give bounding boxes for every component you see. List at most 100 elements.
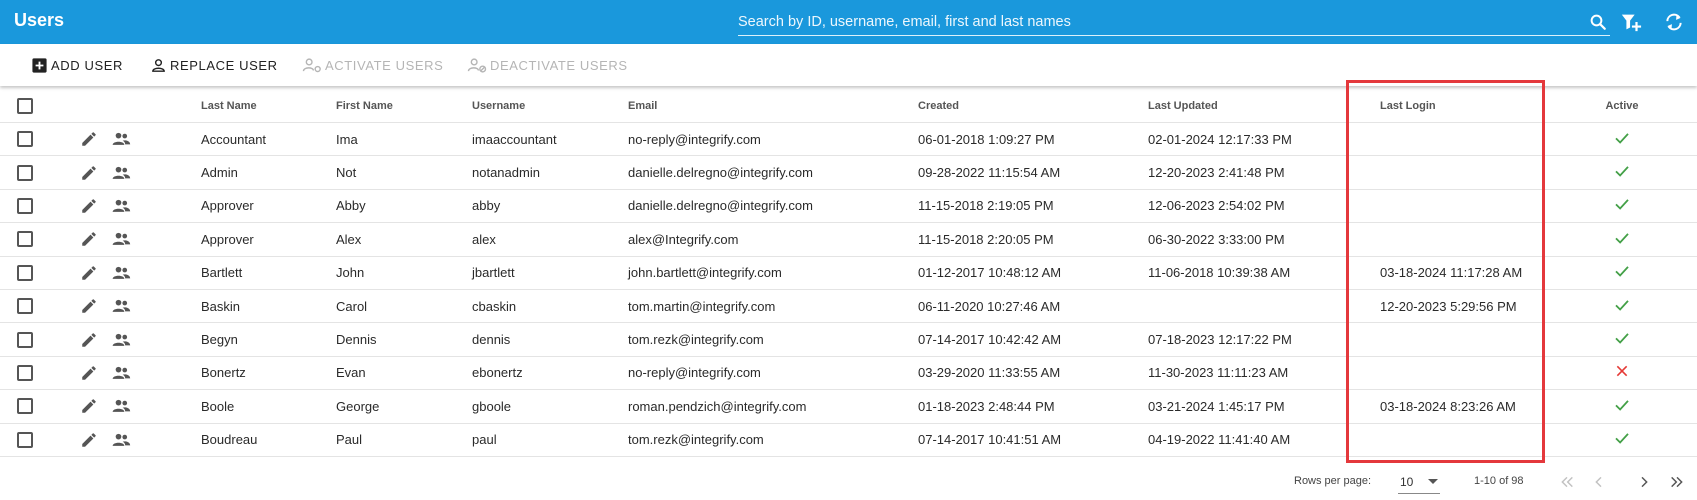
column-header-created[interactable]: Created: [918, 90, 959, 122]
edit-pencil-icon[interactable]: [78, 128, 100, 150]
column-header-first-name[interactable]: First Name: [336, 90, 393, 122]
cell-email: no-reply@integrify.com: [628, 131, 761, 147]
cell-last-name: Admin: [201, 165, 238, 181]
table-row[interactable]: Begyn Dennis dennis tom.rezk@integrify.com 0…: [0, 323, 1697, 357]
edit-pencil-icon[interactable]: [78, 262, 100, 284]
activate-users-button[interactable]: Activate Users: [302, 55, 443, 75]
cell-last-name: Baskin: [201, 298, 241, 314]
column-header-active[interactable]: Active: [1598, 90, 1646, 122]
cell-first-name: Abby: [336, 198, 366, 214]
column-header-last-login[interactable]: Last Login: [1380, 90, 1436, 122]
first-page-button[interactable]: [1555, 470, 1579, 494]
column-header-last-name[interactable]: Last Name: [201, 90, 257, 122]
table-row[interactable]: Boole George gboole roman.pendzich@integrif…: [0, 390, 1697, 424]
column-header-email[interactable]: Email: [628, 90, 657, 122]
people-group-icon[interactable]: [110, 295, 132, 317]
column-header-username[interactable]: Username: [472, 90, 525, 122]
cell-username: paul: [472, 432, 497, 448]
row-checkbox[interactable]: [17, 398, 33, 415]
row-checkbox[interactable]: [17, 231, 33, 248]
row-edit-cell: [78, 223, 100, 255]
people-group-icon[interactable]: [110, 362, 132, 384]
table-row[interactable]: Boudreau Paul paul tom.rezk@integrify.com 07…: [0, 424, 1697, 457]
rows-per-page-select[interactable]: 10: [1398, 470, 1440, 494]
next-page-button[interactable]: [1632, 470, 1656, 494]
people-group-icon[interactable]: [110, 429, 132, 451]
row-edit-cell: [78, 390, 100, 422]
refresh-icon[interactable]: [1662, 10, 1686, 34]
cell-username: imaaccountant: [472, 131, 557, 147]
cell-active: [1598, 357, 1646, 389]
row-checkbox[interactable]: [17, 298, 33, 315]
person-outline-icon: [152, 58, 165, 72]
people-group-icon[interactable]: [110, 329, 132, 351]
row-select-cell: [17, 156, 33, 188]
row-edit-cell: [78, 357, 100, 389]
active-check-icon: [1613, 129, 1631, 150]
previous-page-button[interactable]: [1587, 470, 1611, 494]
edit-pencil-icon[interactable]: [78, 362, 100, 384]
table-row[interactable]: Bartlett John jbartlett john.bartlett@integ…: [0, 257, 1697, 290]
edit-pencil-icon[interactable]: [78, 195, 100, 217]
row-checkbox[interactable]: [17, 164, 33, 181]
people-group-icon[interactable]: [110, 128, 132, 150]
people-group-icon[interactable]: [110, 395, 132, 417]
chevron-right-icon: [1641, 476, 1648, 488]
edit-pencil-icon[interactable]: [78, 162, 100, 184]
cell-last-name: Accountant: [201, 131, 267, 147]
cell-first-name: Ima: [336, 131, 358, 147]
cell-first-name: Paul: [336, 432, 363, 448]
search-input[interactable]: [738, 10, 1610, 34]
row-checkbox[interactable]: [17, 331, 33, 348]
search-box[interactable]: [738, 10, 1610, 36]
table-row[interactable]: Approver Abby abby danielle.delregno@integr…: [0, 190, 1697, 224]
select-all-checkbox[interactable]: [17, 98, 33, 114]
deactivate-users-label: Deactivate Users: [490, 57, 628, 73]
active-check-icon: [1613, 296, 1631, 317]
last-page-button[interactable]: [1665, 470, 1689, 494]
table-row[interactable]: Bonertz Evan ebonertz no-reply@integrify.co…: [0, 357, 1697, 391]
row-edit-cell: [78, 323, 100, 355]
edit-pencil-icon[interactable]: [78, 329, 100, 351]
table-row[interactable]: Admin Not notanadmin danielle.delregno@inte…: [0, 156, 1697, 190]
cell-first-name: Not: [336, 165, 357, 181]
table-row[interactable]: Accountant Ima imaaccountant no-reply@integ…: [0, 123, 1697, 157]
table-row[interactable]: Approver Alex alex alex@Integrify.com 11-15-…: [0, 223, 1697, 257]
rows-per-page-value: 10: [1400, 475, 1414, 489]
row-checkbox[interactable]: [17, 131, 33, 148]
row-edit-cell: [78, 424, 100, 456]
row-checkbox[interactable]: [17, 431, 33, 448]
people-group-icon[interactable]: [110, 195, 132, 217]
row-groups-cell: [110, 323, 132, 355]
people-group-icon[interactable]: [110, 162, 132, 184]
search-icon[interactable]: [1586, 10, 1610, 34]
people-group-icon[interactable]: [110, 262, 132, 284]
deactivate-users-button[interactable]: Deactivate Users: [467, 55, 628, 75]
cell-created: 07-14-2017 10:42:42 AM: [918, 332, 1062, 348]
edit-pencil-icon[interactable]: [78, 395, 100, 417]
row-checkbox[interactable]: [17, 264, 33, 281]
people-group-icon[interactable]: [110, 228, 132, 250]
column-header-last-updated[interactable]: Last Updated: [1148, 90, 1218, 122]
edit-pencil-icon[interactable]: [78, 429, 100, 451]
row-edit-cell: [78, 156, 100, 188]
cell-last-login: 12-20-2023 5:29:56 PM: [1380, 298, 1517, 314]
replace-user-button[interactable]: Replace User: [150, 55, 278, 75]
edit-pencil-icon[interactable]: [78, 228, 100, 250]
table-row[interactable]: Baskin Carol cbaskin tom.martin@integrify.c…: [0, 290, 1697, 324]
person-block-icon: [467, 57, 487, 73]
cell-active: [1598, 323, 1646, 355]
row-select-cell: [17, 290, 33, 322]
cell-last-updated: 04-19-2022 11:41:40 AM: [1148, 432, 1291, 448]
cell-last-updated: 12-20-2023 2:41:48 PM: [1148, 165, 1285, 181]
cell-created: 01-12-2017 10:48:12 AM: [918, 265, 1062, 281]
cell-last-updated: 12-06-2023 2:54:02 PM: [1148, 198, 1285, 214]
cell-created: 11-15-2018 2:19:05 PM: [918, 198, 1054, 214]
row-checkbox[interactable]: [17, 364, 33, 381]
edit-pencil-icon[interactable]: [78, 295, 100, 317]
row-groups-cell: [110, 390, 132, 422]
filter-add-icon[interactable]: [1619, 10, 1643, 34]
row-checkbox[interactable]: [17, 197, 33, 214]
add-user-button[interactable]: Add User: [31, 55, 123, 75]
rows-per-page-label: Rows per page:: [1294, 475, 1372, 487]
